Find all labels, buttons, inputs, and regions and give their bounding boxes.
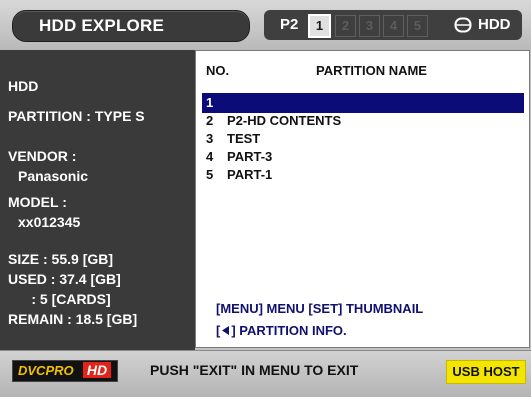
hdd-drive-icon xyxy=(454,17,472,33)
partition-name: P2-HD CONTENTS xyxy=(227,113,342,128)
partition-number: 5 xyxy=(206,167,214,182)
device-info-panel: HDD PARTITION : TYPE S VENDOR : Panasoni… xyxy=(0,50,195,350)
footer-bar: DVCPRO HD PUSH "EXIT" IN MENU TO EXIT US… xyxy=(0,350,531,397)
media-status-strip: P2 1 2 3 4 5 HDD xyxy=(264,10,522,40)
column-header-partition-name: PARTITION NAME xyxy=(316,63,427,78)
partition-name: PART-1 xyxy=(227,167,273,182)
column-header-no: NO. xyxy=(206,63,230,78)
screen-title: HDD EXPLORE xyxy=(39,16,164,35)
partition-row-2[interactable]: 2 P2-HD CONTENTS xyxy=(202,111,524,131)
vendor-label: VENDOR : xyxy=(8,148,77,164)
partition-number: 2 xyxy=(206,113,214,128)
partition-number: 3 xyxy=(206,131,214,146)
vendor-value: Panasonic xyxy=(18,168,89,184)
slot-4: 4 xyxy=(383,15,404,37)
hdd-label: HDD xyxy=(478,16,511,33)
device-type: HDD xyxy=(8,78,39,94)
cards-value: : 5 [CARDS] xyxy=(8,291,111,307)
slot-1: 1 xyxy=(308,14,331,38)
partition-row-5[interactable]: 5 PART-1 xyxy=(202,165,524,185)
usb-host-badge: USB HOST xyxy=(446,360,526,384)
help-partition-info: [] PARTITION INFO. xyxy=(216,323,347,338)
used-value: USED : 37.4 [GB] xyxy=(8,271,121,287)
hdd-explore-screen: HDD EXPLORE P2 1 2 3 4 5 HDD HDD PARTITI… xyxy=(0,0,531,397)
partition-row-3[interactable]: 3 TEST xyxy=(202,129,524,149)
exit-instruction: PUSH "EXIT" IN MENU TO EXIT xyxy=(150,362,359,378)
partition-number: 4 xyxy=(206,149,214,164)
model-value: xx012345 xyxy=(18,214,81,230)
p2-label: P2 xyxy=(280,16,299,33)
header-bar: HDD EXPLORE P2 1 2 3 4 5 HDD xyxy=(0,0,531,50)
dvcpro-text: DVCPRO xyxy=(18,363,74,378)
size-value: SIZE : 55.9 [GB] xyxy=(8,251,114,267)
hd-text: HD xyxy=(83,362,111,378)
slot-2: 2 xyxy=(335,15,356,37)
remain-value: REMAIN : 18.5 [GB] xyxy=(8,311,138,327)
partition-name: TEST xyxy=(227,131,261,146)
model-label: MODEL : xyxy=(8,194,67,210)
partition-row-1[interactable]: 1 xyxy=(202,93,524,113)
help-partition-info-text: ] PARTITION INFO. xyxy=(231,323,347,338)
partition-name: PART-3 xyxy=(227,149,273,164)
help-menu-thumbnail: [MENU] MENU [SET] THUMBNAIL xyxy=(216,301,424,316)
slot-5: 5 xyxy=(407,15,428,37)
partition-row-4[interactable]: 4 PART-3 xyxy=(202,147,524,167)
partition-type: PARTITION : TYPE S xyxy=(8,108,145,124)
partition-number: 1 xyxy=(206,95,214,110)
title-pill: HDD EXPLORE xyxy=(12,10,250,42)
slot-3: 3 xyxy=(359,15,380,37)
dvcpro-hd-logo: DVCPRO HD xyxy=(12,360,118,382)
partition-list-panel: NO. PARTITION NAME 1 2 P2-HD CONTENTS 3 … xyxy=(195,50,530,348)
left-arrow-icon xyxy=(222,326,230,335)
